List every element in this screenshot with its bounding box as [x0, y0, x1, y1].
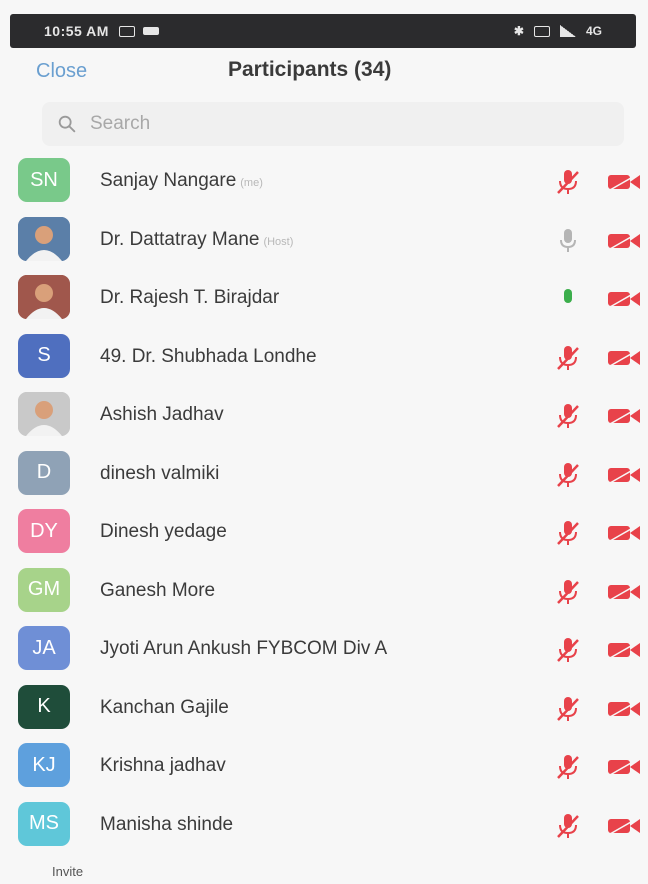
participant-row[interactable]: MS Manisha shinde: [0, 796, 648, 855]
participant-row[interactable]: Dr. Rajesh T. Birajdar: [0, 269, 648, 328]
avatar: JA: [18, 626, 70, 670]
profile-photo-icon: [18, 216, 70, 261]
bluetooth-icon: ✱: [513, 24, 524, 38]
mic-muted-icon[interactable]: [556, 461, 580, 489]
video-off-icon[interactable]: [606, 582, 642, 602]
mic-icon[interactable]: [556, 227, 580, 255]
notification-icon: [118, 25, 135, 37]
mic-muted-icon[interactable]: [556, 578, 580, 606]
video-off-icon[interactable]: [606, 757, 642, 777]
participant-role: (Host): [263, 235, 294, 248]
avatar: GM: [18, 567, 70, 612]
avatar-initials: JA: [32, 636, 56, 659]
video-off-icon[interactable]: [606, 231, 642, 251]
avatar-initials: KJ: [32, 753, 56, 776]
participant-name: 49. Dr. Shubhada Londhe: [100, 345, 317, 367]
avatar: DY: [18, 509, 70, 553]
participant-row[interactable]: JA Jyoti Arun Ankush FYBCOM Div A: [0, 620, 648, 679]
avatar-initials: SN: [30, 168, 58, 191]
video-off-icon[interactable]: [606, 816, 642, 836]
profile-photo-icon: [18, 392, 70, 436]
avatar: K: [18, 684, 70, 729]
video-off-icon[interactable]: [606, 465, 642, 485]
avatar-initials: DY: [30, 519, 58, 542]
participant-name: Manisha shinde: [100, 813, 234, 835]
invite-button[interactable]: Invite: [52, 864, 83, 879]
participant-name: Dinesh yedage: [100, 521, 227, 543]
network-type: 4G: [585, 24, 602, 38]
avatar: D: [18, 450, 70, 495]
status-time: 10:55 AM: [44, 23, 109, 39]
signal-icon: [559, 25, 576, 37]
avatar: SN: [18, 158, 70, 202]
video-off-icon[interactable]: [606, 523, 642, 543]
avatar-initials: D: [36, 461, 52, 483]
video-notification-icon: [142, 27, 159, 35]
avatar: [18, 275, 70, 319]
mic-muted-icon[interactable]: [556, 168, 580, 196]
avatar-initials: GM: [27, 578, 61, 600]
participant-name: Krishna jadhav: [100, 755, 226, 777]
mic-muted-icon[interactable]: [556, 812, 580, 840]
video-off-icon[interactable]: [606, 172, 642, 192]
search-icon: [58, 115, 76, 133]
header: Close Participants (34): [0, 54, 648, 90]
mic-muted-icon[interactable]: [556, 753, 580, 781]
participant-name: Dr. Rajesh T. Birajdar: [100, 287, 280, 309]
wifi-icon: [533, 25, 550, 37]
video-off-icon[interactable]: [606, 699, 642, 719]
mic-muted-icon[interactable]: [556, 402, 580, 430]
mic-muted-icon[interactable]: [556, 519, 580, 547]
footer: Invite: [0, 858, 648, 884]
participant-row[interactable]: Dr. Dattatray Mane (Host): [0, 211, 648, 270]
participant-name: Kanchan Gajile: [100, 696, 229, 718]
participant-name: Dr. Dattatray Mane: [100, 228, 260, 250]
profile-photo-icon: [18, 275, 70, 319]
participant-row[interactable]: S 49. Dr. Shubhada Londhe: [0, 328, 648, 387]
participant-row[interactable]: GM Ganesh More: [0, 562, 648, 621]
video-off-icon[interactable]: [606, 640, 642, 660]
participant-row[interactable]: K Kanchan Gajile: [0, 679, 648, 738]
video-off-icon[interactable]: [606, 289, 642, 309]
participant-row[interactable]: Ashish Jadhav: [0, 386, 648, 445]
search-input[interactable]: [88, 112, 572, 136]
avatar: [18, 392, 70, 436]
mic-active-icon[interactable]: [556, 285, 580, 313]
participant-row[interactable]: DY Dinesh yedage: [0, 503, 648, 562]
participant-name: dinesh valmiki: [100, 462, 220, 484]
video-off-icon[interactable]: [606, 348, 642, 368]
avatar-initials: S: [37, 344, 51, 366]
participant-row[interactable]: SN Sanjay Nangare (me): [0, 152, 648, 211]
avatar: MS: [18, 801, 70, 846]
participant-list: SN Sanjay Nangare (me) Dr. Dattatray Mane (H…: [0, 152, 648, 854]
participant-name: Jyoti Arun Ankush FYBCOM Div A: [100, 638, 388, 660]
avatar: KJ: [18, 743, 70, 787]
participant-row[interactable]: Ddinesh valmiki: [0, 445, 648, 504]
avatar: [18, 216, 70, 261]
mic-muted-icon[interactable]: [556, 695, 580, 723]
search-bar[interactable]: [42, 102, 624, 146]
participant-row[interactable]: KJ Krishna jadhav: [0, 737, 648, 796]
participant-role: (me): [240, 177, 263, 190]
participant-name: Sanjay Nangare: [100, 170, 237, 192]
mic-muted-icon[interactable]: [556, 636, 580, 664]
close-button[interactable]: Close: [36, 60, 87, 83]
avatar-initials: K: [37, 695, 51, 717]
avatar: S: [18, 333, 70, 378]
mic-muted-icon[interactable]: [556, 344, 580, 372]
avatar-initials: MS: [29, 812, 59, 834]
participant-name: Ganesh More: [100, 579, 216, 601]
page-title: Participants (34): [228, 58, 392, 81]
status-bar: 10:55 AM ✱ 4G: [10, 14, 636, 48]
video-off-icon[interactable]: [606, 406, 642, 426]
participant-name: Ashish Jadhav: [100, 404, 224, 426]
